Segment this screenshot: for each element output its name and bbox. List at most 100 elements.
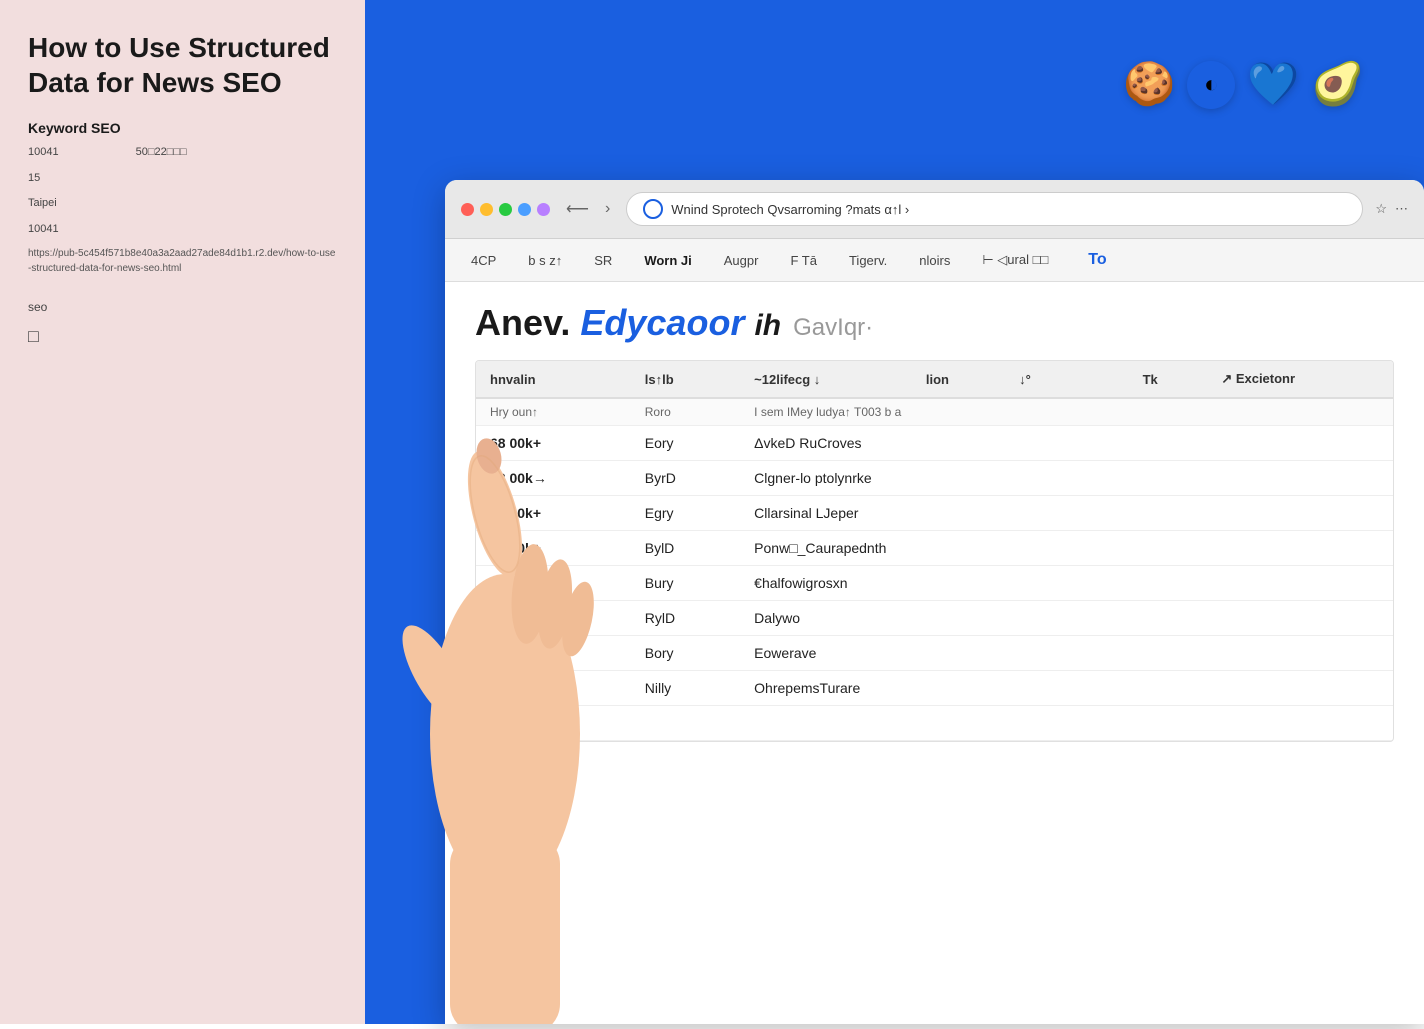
table-row: S0 00k+ Nilly OhrepemsTurare — [476, 671, 1393, 706]
row3-code: Egry — [631, 496, 740, 531]
th-tk: Tk — [1129, 361, 1208, 398]
page-title-part2: GavIqr· — [793, 314, 873, 342]
tab-ta[interactable]: F Tā — [784, 249, 823, 272]
tab-tigerv[interactable]: Tigerv. — [843, 249, 893, 272]
row6-desc: Dalywo — [740, 601, 1393, 636]
sidebar-subtitle: Keyword SEO — [28, 120, 337, 136]
tab-augpr[interactable]: Augpr — [718, 249, 765, 272]
subheader-desc: I sem IMey ludya↑ T003 b a — [740, 398, 1393, 426]
row2-code: ByrD — [631, 461, 740, 496]
data-table-wrapper: hnvalin ls↑lb ~12lifecg ↓ lion ↓° Tk ↗ E… — [475, 360, 1394, 742]
subheader-hryoun: Hry oun↑ — [476, 398, 631, 426]
traffic-light-purple[interactable] — [537, 203, 550, 216]
table-row: 17 004+ RylD Dalywo — [476, 601, 1393, 636]
emoji-heart: 💙 — [1247, 60, 1299, 109]
row8-num: S0 00k+ — [476, 671, 631, 706]
sidebar-meta-line1: 10041 50□22□□□ — [28, 144, 337, 162]
row6-num: 17 004+ — [476, 601, 631, 636]
data-table: hnvalin ls↑lb ~12lifecg ↓ lion ↓° Tk ↗ E… — [476, 361, 1393, 741]
row7-desc: Eowerave — [740, 636, 1393, 671]
address-bar-text: Wnind Sprotech Qvsarroming ?mats α↑l › — [671, 202, 1346, 217]
traffic-light-red[interactable] — [461, 203, 474, 216]
row5-desc: €halfowigrosxn — [740, 566, 1393, 601]
row6-code: RylD — [631, 601, 740, 636]
row2-desc: Clgner-lo ptolynrke — [740, 461, 1393, 496]
row4-desc: Ponw□_Caurapednth — [740, 531, 1393, 566]
forward-button[interactable]: › — [601, 198, 614, 220]
sidebar-url: https://pub-5c454f571b8e40a3a2aad27ade84… — [28, 246, 337, 276]
toolbar-bookmark[interactable]: ☆ — [1375, 201, 1387, 217]
tab-nloirs[interactable]: nloirs — [913, 249, 956, 272]
th-12lifecg: ~12lifecg ↓ — [740, 361, 912, 398]
row7-num: 32 00k+ — [476, 636, 631, 671]
table-row: 8F 00k+ — [476, 706, 1393, 741]
row1-desc: ΔvkeD RuCroves — [740, 426, 1393, 461]
table-header: hnvalin ls↑lb ~12lifecg ↓ lion ↓° Tk ↗ E… — [476, 361, 1393, 398]
sidebar-meta-line3: Taipei — [28, 195, 337, 213]
tab-to[interactable]: To — [1082, 247, 1112, 273]
th-lion: lion — [912, 361, 1005, 398]
toolbar-menu[interactable]: ⋯ — [1395, 201, 1408, 217]
th-arrow: ↓° — [1005, 361, 1077, 398]
row2-num: 13 00k→ — [476, 461, 631, 496]
sidebar-meta-line2: 15 — [28, 170, 337, 188]
sidebar-tag: seo — [28, 300, 337, 314]
tab-4cp[interactable]: 4CP — [465, 249, 502, 272]
row8-code: Nilly — [631, 671, 740, 706]
row1-num: 68 00k+ — [476, 426, 631, 461]
tab-bsz[interactable]: b s z↑ — [522, 249, 568, 272]
table-subheader: Hry oun↑ Roro I sem IMey ludya↑ T003 b a — [476, 398, 1393, 426]
toolbar-items: ☆ ⋯ — [1375, 201, 1408, 217]
row9-desc — [740, 706, 1393, 741]
row8-desc: OhrepemsTurare — [740, 671, 1393, 706]
row3-desc: Cllarsinal LJeper — [740, 496, 1393, 531]
browser-tabbar: 4CP b s z↑ SR Worn Ji Augpr F Tā Tigerv.… — [445, 239, 1424, 282]
row7-code: Bory — [631, 636, 740, 671]
sidebar-meta-line4: 10041 — [28, 221, 337, 239]
row1-code: Eory — [631, 426, 740, 461]
emoji-avocado: 🥑 — [1312, 60, 1364, 109]
page-header: Anev. Edycaoor ih GavIqr· — [475, 302, 1394, 344]
browser-window: ⟵ › Wnind Sprotech Qvsarroming ?mats α↑l… — [445, 180, 1424, 1024]
main-area: 🍪 ◐ 💙 🥑 ⟵ › Wnind Sprotech — [365, 0, 1424, 1024]
th-excietonr: ↗ Excietonr — [1207, 361, 1393, 398]
page-title-part1: Anev. Edycaoor ih — [475, 302, 781, 344]
th-lstb: ls↑lb — [631, 361, 740, 398]
table-row: 82 00k+ Bury €halfowigrosxn — [476, 566, 1393, 601]
back-button[interactable]: ⟵ — [562, 197, 593, 221]
row4-num: 80 00k+ — [476, 531, 631, 566]
table-row: 68 00k+ Eory ΔvkeD RuCroves — [476, 426, 1393, 461]
traffic-light-blue[interactable] — [518, 203, 531, 216]
traffic-light-green[interactable] — [499, 203, 512, 216]
tab-sr[interactable]: SR — [588, 249, 618, 272]
table-body: 68 00k+ Eory ΔvkeD RuCroves 13 00k→ ByrD… — [476, 426, 1393, 741]
sidebar: How to Use Structured Data for News SEO … — [0, 0, 365, 1024]
row9-num: 8F 00k+ — [476, 706, 631, 741]
sidebar-copy-icon: □ — [28, 326, 337, 347]
row5-num: 82 00k+ — [476, 566, 631, 601]
row3-num: 81 00k+ — [476, 496, 631, 531]
row9-code — [631, 706, 740, 741]
traffic-lights — [461, 203, 550, 216]
emoji-cookie: 🍪 — [1123, 60, 1175, 109]
table-row: 81 00k+ Egry Cllarsinal LJeper — [476, 496, 1393, 531]
table-row: 13 00k→ ByrD Clgner-lo ptolynrke — [476, 461, 1393, 496]
subheader-roro: Roro — [631, 398, 740, 426]
address-bar[interactable]: Wnind Sprotech Qvsarroming ?mats α↑l › — [626, 192, 1363, 226]
browser-content: Anev. Edycaoor ih GavIqr· hnvalin ls↑lb … — [445, 282, 1424, 762]
browser-nav: ⟵ › — [562, 197, 614, 221]
th-empty — [1078, 361, 1129, 398]
page-title: How to Use Structured Data for News SEO — [28, 30, 337, 100]
th-hnvalin: hnvalin — [476, 361, 631, 398]
browser-circle-icon — [643, 199, 663, 219]
tab-wormd[interactable]: Worn Ji — [638, 249, 697, 272]
table-row: 80 00k+ BylD Ponw□_Caurapednth — [476, 531, 1393, 566]
emoji-logo: ◐ — [1187, 61, 1235, 109]
browser-toolbar: ⟵ › Wnind Sprotech Qvsarroming ?mats α↑l… — [445, 180, 1424, 239]
traffic-light-yellow[interactable] — [480, 203, 493, 216]
table-row: 32 00k+ Bory Eowerave — [476, 636, 1393, 671]
row5-code: Bury — [631, 566, 740, 601]
tab-ural[interactable]: ⊢ ◁ural □□ — [976, 248, 1054, 272]
row4-code: BylD — [631, 531, 740, 566]
decorative-icons: 🍪 ◐ 💙 🥑 — [1123, 60, 1364, 109]
